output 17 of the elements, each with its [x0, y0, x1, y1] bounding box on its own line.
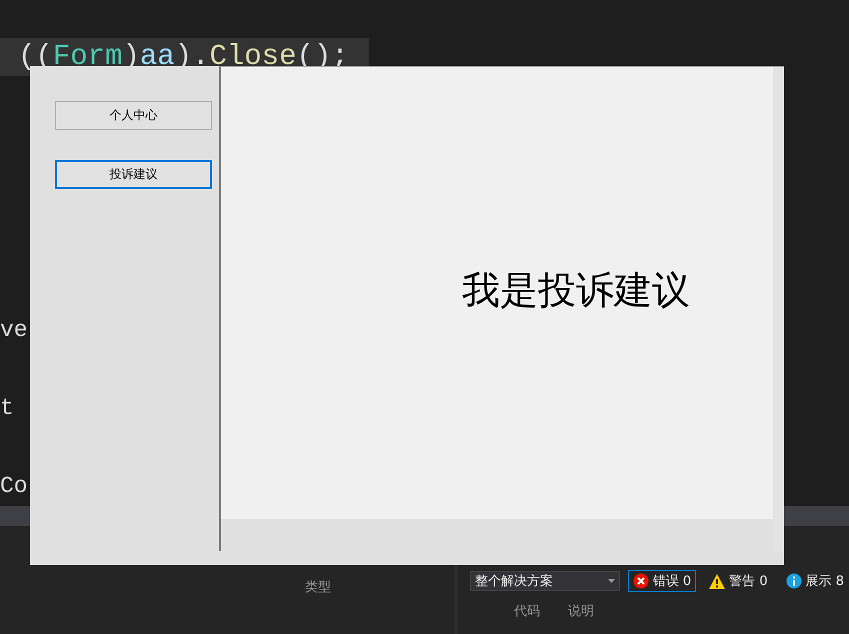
filter-button[interactable]: 错误 0 — [628, 570, 696, 592]
content-label: 我是投诉建议 — [462, 267, 690, 314]
nav-button[interactable]: 个人中心 — [55, 101, 212, 130]
code-line: ve — [0, 316, 28, 345]
filter-button[interactable]: 警告 0 — [704, 570, 773, 592]
info-icon — [786, 573, 802, 589]
caret-icon — [608, 579, 615, 583]
column-header: 类型 — [305, 580, 331, 595]
nav-button[interactable]: 投诉建议 — [55, 160, 212, 189]
column-header: 代码 — [514, 603, 540, 620]
warning-icon — [709, 574, 726, 588]
scope-dropdown[interactable]: 整个解决方案 — [470, 571, 620, 591]
code-line: t — [0, 394, 14, 423]
column-header: 说明 — [568, 603, 594, 620]
filter-button[interactable]: 展示 8 — [780, 570, 849, 592]
code-line: Co — [0, 472, 28, 501]
error-icon — [632, 573, 649, 589]
